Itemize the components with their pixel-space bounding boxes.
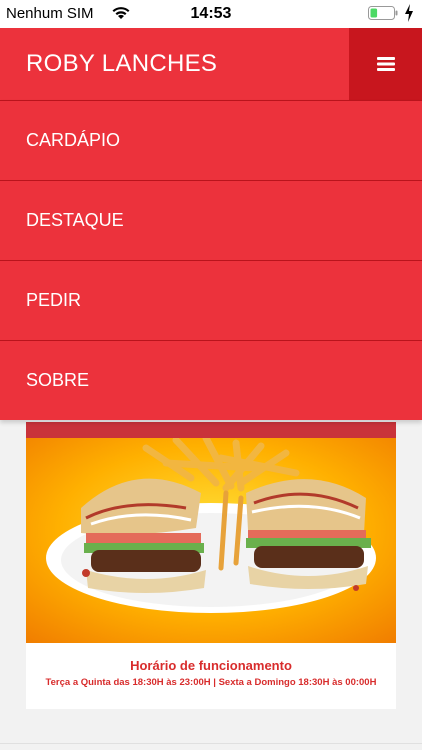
bottom-divider (0, 743, 422, 744)
nav-menu: CARDÁPIO DESTAQUE PEDIR SOBRE (0, 100, 422, 420)
hamburger-icon (376, 57, 395, 71)
battery-icon (368, 6, 398, 20)
burger-fries-promo-image (26, 438, 396, 643)
top-navbar: ROBY LANCHES (0, 28, 422, 100)
menu-item-label: SOBRE (26, 370, 90, 390)
menu-item-destaque[interactable]: DESTAQUE (0, 180, 422, 260)
status-bar: Nenhum SIM 14:53 (0, 0, 422, 28)
menu-item-cardapio[interactable]: CARDÁPIO (0, 100, 422, 180)
menu-item-label: PEDIR (26, 290, 82, 310)
menu-item-label: DESTAQUE (26, 210, 124, 230)
hours-detail: Terça a Quinta das 18:30H às 23:00H | Se… (45, 677, 377, 688)
menu-toggle-button[interactable] (349, 28, 422, 100)
card-header-strip (26, 422, 396, 438)
menu-item-label: CARDÁPIO (26, 130, 121, 150)
charging-bolt-icon (405, 4, 413, 22)
clock: 14:53 (190, 5, 232, 22)
hours-title: Horário de funcionamento (130, 658, 292, 673)
menu-item-pedir[interactable]: PEDIR (0, 260, 422, 340)
brand-title[interactable]: ROBY LANCHES (26, 50, 217, 78)
promo-card: Horário de funcionamento Terça a Quinta … (26, 422, 396, 709)
menu-item-sobre[interactable]: SOBRE (0, 340, 422, 420)
